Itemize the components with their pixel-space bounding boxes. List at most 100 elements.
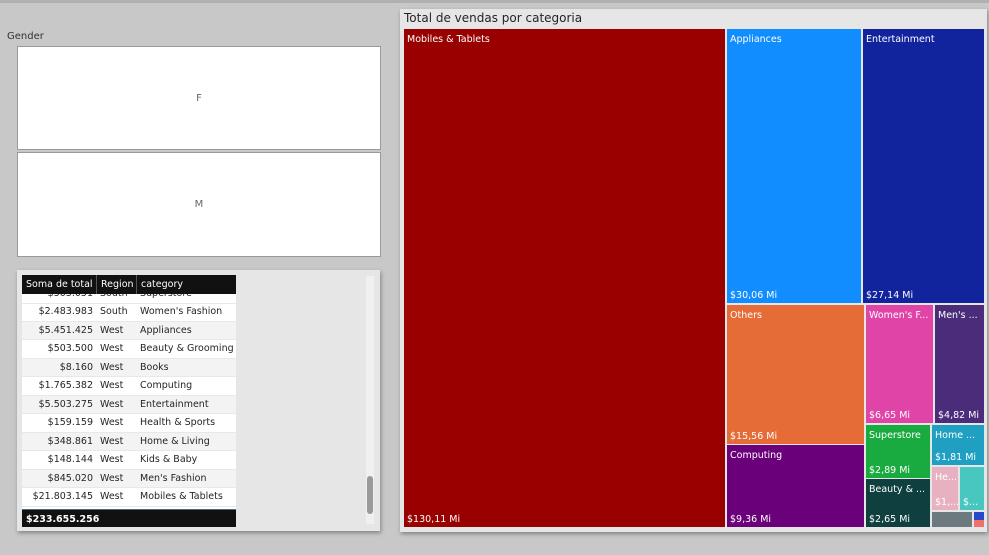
treemap-tile-small-blue[interactable]: [974, 512, 984, 520]
table-cell: Home & Living: [140, 435, 210, 447]
table-cell: West: [100, 435, 124, 447]
table-cell: $148.144: [47, 454, 93, 466]
treemap-tile-beauty-grooming[interactable]: Beauty & ... $2,65 Mi: [866, 479, 930, 527]
table-cell: West: [100, 324, 124, 336]
tile-label: Others: [730, 310, 762, 321]
table-cell: $5.451.425: [38, 324, 93, 336]
table-row[interactable]: $503.500 West Beauty & Grooming: [22, 340, 236, 359]
table-cell: West: [100, 361, 124, 373]
tile-value: $...: [963, 497, 979, 508]
table-row[interactable]: $5.503.275 West Entertainment: [22, 395, 236, 414]
table-row[interactable]: $159.159 West Health & Sports: [22, 414, 236, 433]
tile-label: Beauty & ...: [869, 484, 926, 495]
tile-label: Superstore: [869, 430, 921, 441]
tile-value: $1,...: [935, 497, 958, 508]
table-cell: $1.765.382: [38, 380, 93, 392]
tile-value: $2,65 Mi: [869, 514, 911, 525]
treemap-tile-appliances[interactable]: Appliances $30,06 Mi: [727, 29, 861, 303]
treemap-tile-womens-fashion[interactable]: Women's F... $6,65 Mi: [866, 305, 933, 423]
table-cell: $2.483.983: [38, 306, 93, 318]
table-cell: Men's Fashion: [140, 472, 207, 484]
table-cell: South: [100, 306, 128, 318]
tile-label: Computing: [730, 450, 783, 461]
table-cell: Women's Fashion: [140, 306, 223, 318]
table-cell: West: [100, 491, 124, 503]
tile-value: $9,36 Mi: [730, 514, 772, 525]
table-cell: $5.503.275: [38, 398, 93, 410]
tile-label: Home ...: [935, 430, 976, 441]
scrollbar-thumb[interactable]: [367, 476, 373, 514]
table-scrollbar[interactable]: [366, 276, 374, 524]
column-header-region[interactable]: Region: [96, 275, 136, 294]
sales-table: $503.051 South Superstore $2.483.983 Sou…: [22, 275, 236, 527]
tile-value: $130,11 Mi: [407, 514, 461, 525]
treemap-visual: Total de vendas por categoria Mobiles & …: [400, 9, 987, 532]
table-row[interactable]: $8.160 West Books: [22, 358, 236, 377]
table-cell: West: [100, 343, 124, 355]
slicer-option-f[interactable]: F: [17, 46, 381, 150]
table-cell: Beauty & Grooming: [140, 343, 234, 355]
tile-value: $27,14 Mi: [866, 290, 914, 301]
treemap-tile-small-gray[interactable]: [932, 512, 972, 527]
table-cell: $159.159: [47, 417, 93, 429]
tile-value: $30,06 Mi: [730, 290, 778, 301]
column-header-total[interactable]: Soma de total: [22, 279, 96, 290]
tile-label: Entertainment: [866, 34, 935, 45]
slicer-option-label: F: [196, 92, 202, 104]
treemap-tile-kids-baby[interactable]: $...: [960, 467, 984, 510]
tile-label: Men's ...: [938, 310, 978, 321]
table-header: Soma de total Region category: [22, 275, 236, 294]
treemap-tile-entertainment[interactable]: Entertainment $27,14 Mi: [863, 29, 984, 303]
table-row[interactable]: $148.144 West Kids & Baby: [22, 451, 236, 470]
table-cell: $21.803.145: [32, 491, 93, 503]
table-cell: Mobiles & Tablets: [140, 491, 223, 503]
tile-label: Appliances: [730, 34, 782, 45]
table-row[interactable]: $1.765.382 West Computing: [22, 377, 236, 396]
table-row[interactable]: $2.483.983 South Women's Fashion: [22, 303, 236, 322]
treemap-tile-health-sports[interactable]: He... $1,...: [932, 467, 958, 510]
table-row[interactable]: $21.803.145 West Mobiles & Tablets: [22, 488, 236, 507]
table-cell: Books: [140, 361, 169, 373]
column-header-category[interactable]: category: [136, 275, 236, 294]
treemap-title: Total de vendas por categoria: [404, 11, 583, 25]
tile-value: $2,89 Mi: [869, 465, 911, 476]
treemap-tile-others[interactable]: Others $15,56 Mi: [727, 305, 864, 444]
tile-value: $1,81 Mi: [935, 452, 977, 463]
table-cell: Health & Sports: [140, 417, 216, 429]
table-cell: West: [100, 398, 124, 410]
tile-label: Women's F...: [869, 310, 929, 321]
treemap-tile-home-living[interactable]: Home ... $1,81 Mi: [932, 425, 984, 465]
treemap-tile-mobiles-tablets[interactable]: Mobiles & Tablets $130,11 Mi: [404, 29, 725, 527]
table-cell: $348.861: [47, 435, 93, 447]
tile-label: He...: [935, 472, 958, 483]
table-cell: West: [100, 417, 124, 429]
table-cell: $503.500: [47, 343, 93, 355]
table-cell: Appliances: [140, 324, 192, 336]
tile-value: $15,56 Mi: [730, 431, 778, 442]
table-cell: Kids & Baby: [140, 454, 198, 466]
tile-value: $6,65 Mi: [869, 410, 911, 421]
table-cell: West: [100, 454, 124, 466]
treemap-tile-computing[interactable]: Computing $9,36 Mi: [727, 445, 864, 527]
table-cell: Computing: [140, 380, 193, 392]
slicer-title: Gender: [7, 31, 44, 42]
treemap-tile-mens-fashion[interactable]: Men's ... $4,82 Mi: [935, 305, 984, 423]
canvas-top-border: [0, 0, 989, 3]
treemap-tile-superstore[interactable]: Superstore $2,89 Mi: [866, 425, 930, 478]
table-total-value: $233.655.256: [26, 514, 100, 525]
table-cell: West: [100, 472, 124, 484]
table-row[interactable]: $5.451.425 West Appliances: [22, 321, 236, 340]
table-cell: $845.020: [47, 472, 93, 484]
slicer-option-label: M: [194, 199, 204, 210]
sales-table-visual: $503.051 South Superstore $2.483.983 Sou…: [17, 270, 380, 531]
table-cell: $8.160: [59, 361, 93, 373]
table-cell: Entertainment: [140, 398, 209, 410]
treemap-tile-small-red[interactable]: [974, 520, 984, 527]
table-row[interactable]: $845.020 West Men's Fashion: [22, 469, 236, 488]
tile-label: Mobiles & Tablets: [407, 34, 490, 45]
slicer-option-m[interactable]: M: [17, 152, 381, 257]
tile-value: $4,82 Mi: [938, 410, 980, 421]
table-cell: West: [100, 380, 124, 392]
table-row[interactable]: $348.861 West Home & Living: [22, 432, 236, 451]
table-total-row: $233.655.256: [22, 509, 236, 527]
